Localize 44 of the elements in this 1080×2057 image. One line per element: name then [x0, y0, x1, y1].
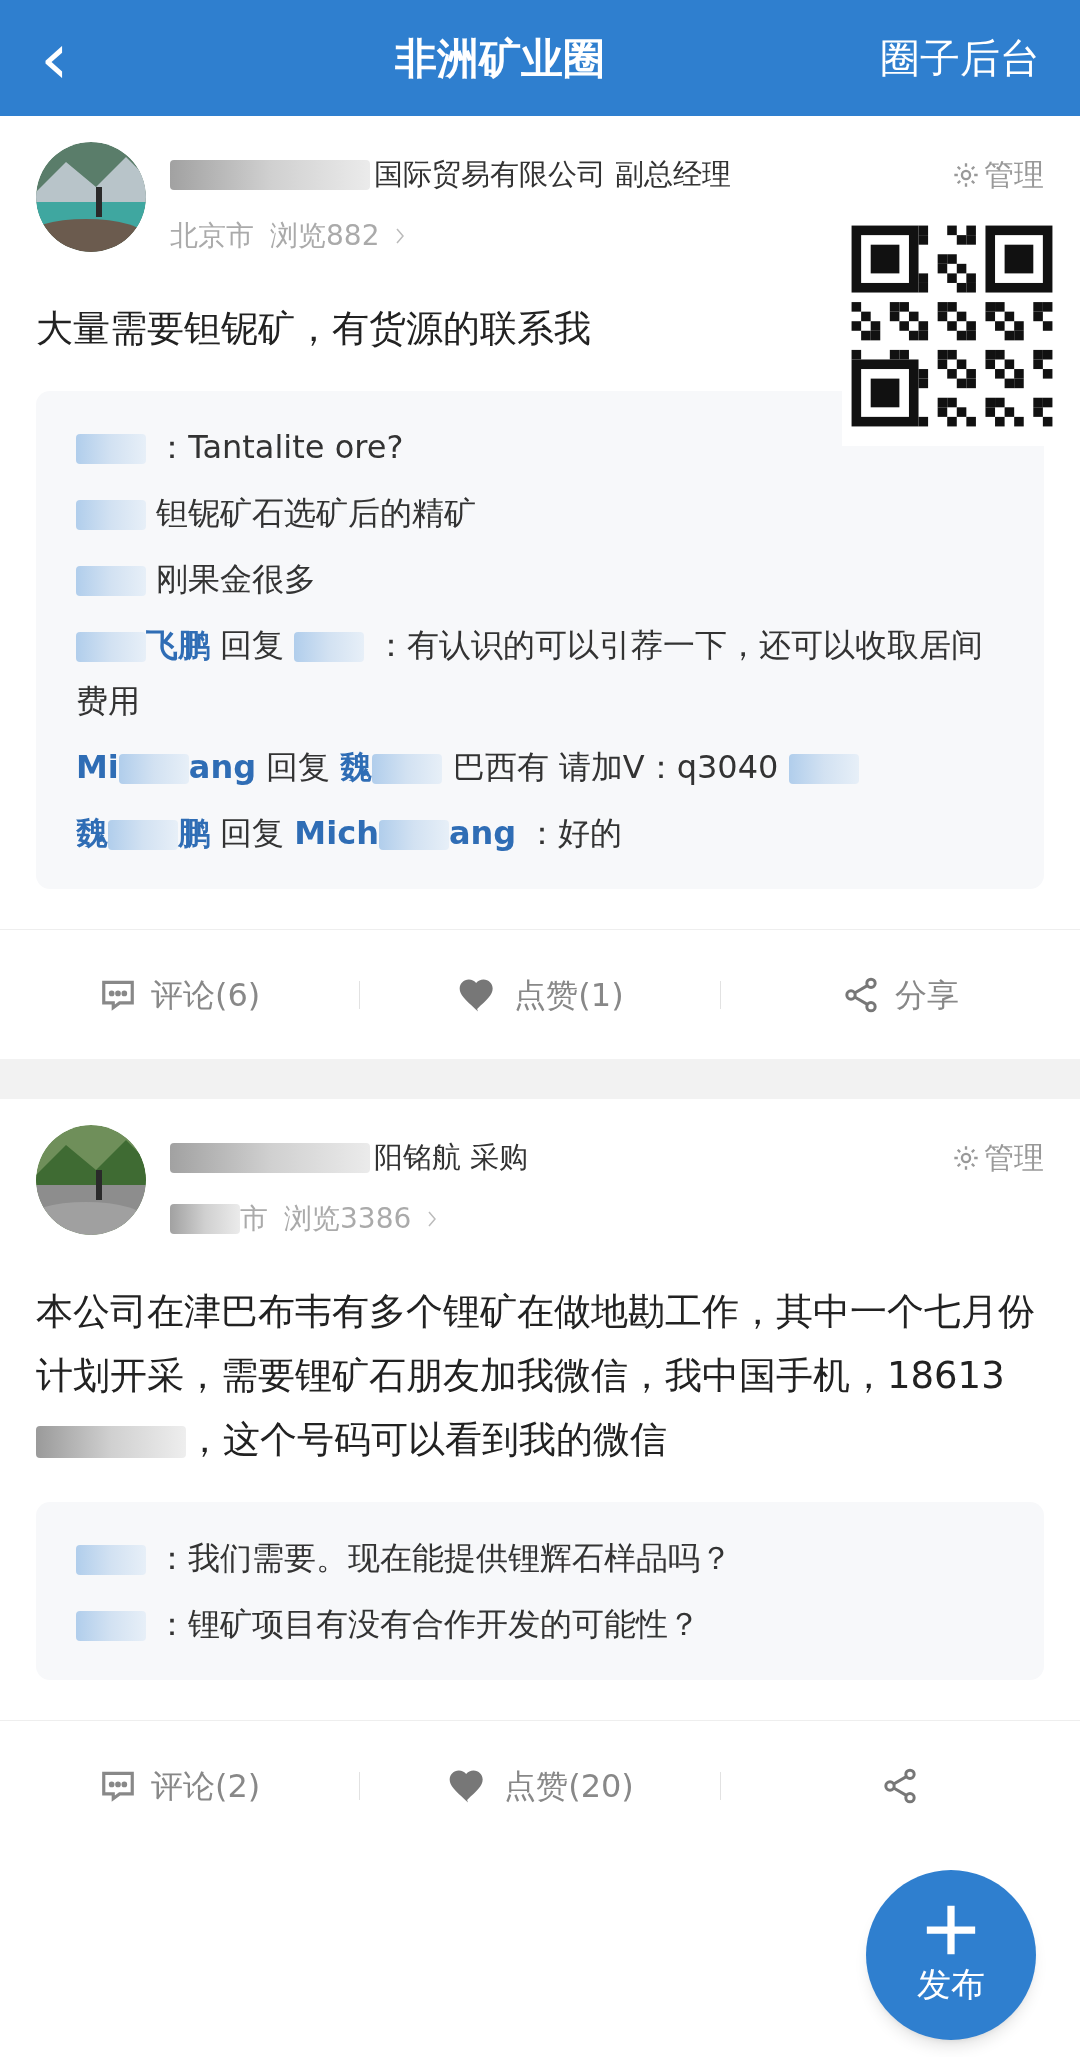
page-title: 非洲矿业圈: [395, 32, 605, 85]
text: 市: [240, 1201, 268, 1237]
comment-row[interactable]: ：我们需要。现在能提供锂辉石样品吗？: [76, 1530, 733, 1586]
back-button[interactable]: ‹: [40, 22, 120, 94]
publish-button[interactable]: 发布: [866, 1870, 1036, 2040]
comment-row[interactable]: 魏 鹏 回复 Mich ang ：好的: [76, 805, 623, 861]
blurred-text: [372, 754, 443, 784]
like-button[interactable]: 点赞(20): [360, 1761, 720, 1810]
blurred-text: [76, 566, 146, 596]
blurred-text: [294, 632, 365, 662]
admin-link[interactable]: 圈子后台: [880, 28, 1040, 88]
comment-button[interactable]: 评论(6): [0, 970, 360, 1019]
view-count: 浏览3386: [284, 1201, 412, 1237]
comment-row[interactable]: Mi ang 回复 魏 巴西有 请加V：q3040: [76, 739, 859, 795]
comment-row[interactable]: ：Tantalite ore?: [76, 419, 404, 475]
blurred-text: [118, 754, 189, 784]
blurred-text: [76, 434, 146, 464]
gear-icon: [952, 1143, 980, 1172]
blurred-text: [788, 754, 859, 784]
manage-link[interactable]: 管理: [984, 152, 1044, 197]
gear-icon: [952, 160, 980, 189]
blurred-text: [76, 632, 146, 662]
comment-button[interactable]: 评论(2): [0, 1761, 360, 1810]
comment-row[interactable]: ：锂矿项目有没有合作开发的可能性？: [76, 1596, 701, 1652]
comment-row[interactable]: 刚果金很多: [76, 551, 317, 607]
post-text: 大量需要钽铌矿，有货源的联系我: [36, 306, 592, 352]
like-button[interactable]: 点赞(1): [360, 970, 720, 1019]
chevron-right-icon: [427, 1211, 438, 1227]
text: 阳铭航 采购: [374, 1138, 529, 1176]
chevron-right-icon: [395, 228, 406, 244]
blurred-text: [170, 1204, 240, 1234]
text: 国际贸易有限公司 副总经理: [374, 155, 732, 193]
text: 北京市: [170, 218, 254, 254]
blurred-text: [76, 500, 146, 530]
manage-link[interactable]: 管理: [984, 1135, 1044, 1180]
blurred-text: [76, 1545, 146, 1575]
comment-row[interactable]: 飞鹏 回复 ：有认识的可以引荐一下，还可以收取居间费用: [76, 617, 1004, 729]
blurred-text: [378, 820, 449, 850]
comment-row[interactable]: 钽铌矿石选矿后的精矿: [76, 485, 477, 541]
share-button[interactable]: 分享: [720, 970, 1080, 1019]
view-count: 浏览882: [270, 218, 380, 254]
blurred-text: [76, 1611, 146, 1641]
post-text: 本公司在津巴布韦有多个锂矿在做地勘工作，其中一个七月份计划开采，需要锂矿石朋友加我微信，我中国手机，18613 ，这个号码可以看到我的微信: [36, 1289, 1036, 1463]
blurred-text: [108, 820, 178, 850]
